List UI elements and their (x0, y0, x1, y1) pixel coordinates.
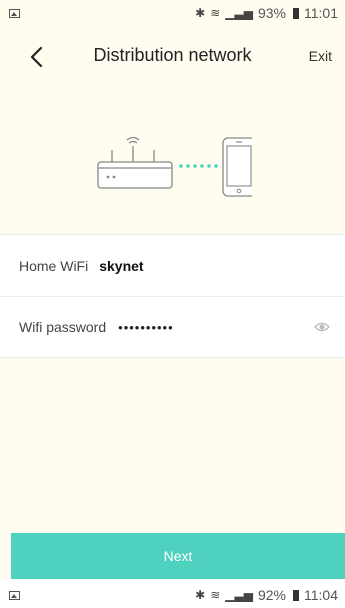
battery-percent: 92% (257, 587, 286, 603)
status-bar: ✱ ≋ ▁▃▅ 93% 11:01 (0, 0, 345, 26)
wifi-label: Home WiFi (19, 257, 89, 274)
phone-icon (222, 137, 252, 197)
page-title: Distribution network (93, 45, 252, 65)
clock: 11:04 (304, 587, 338, 603)
battery-percent: 93% (257, 5, 286, 21)
header: Distribution network Exit (0, 26, 345, 88)
image-notification-icon (9, 8, 20, 18)
wifi-name-field[interactable]: skynet (99, 258, 143, 274)
empty-area (0, 358, 345, 533)
status-indicators: ✱ ≋ ▁▃▅ 93% 11:01 (195, 5, 338, 21)
router-icon (97, 136, 173, 189)
status-bar-bottom: ✱ ≋ ▁▃▅ 92% 11:04 (0, 582, 345, 608)
next-button[interactable]: Next (11, 533, 345, 579)
illustration-area (0, 88, 345, 234)
signal-icon: ▁▃▅ (225, 588, 253, 602)
eye-icon (314, 322, 330, 332)
image-notification-icon (9, 590, 20, 600)
bluetooth-icon: ✱ (195, 6, 206, 20)
router-phone-illustration (97, 136, 252, 197)
connection-dots (179, 164, 218, 168)
wifi-form: Home WiFi skynet Wifi password •••••••••… (0, 234, 345, 358)
left-edge (0, 533, 11, 579)
password-label: Wifi password (19, 319, 107, 335)
bluetooth-icon: ✱ (195, 588, 206, 602)
wifi-icon: ≋ (210, 588, 221, 602)
status-indicators: ✱ ≋ ▁▃▅ 92% 11:04 (195, 587, 338, 603)
show-password-button[interactable] (314, 320, 330, 338)
exit-button[interactable]: Exit (309, 48, 332, 64)
wifi-row[interactable]: Home WiFi skynet (0, 234, 345, 296)
wifi-icon: ≋ (210, 6, 221, 20)
battery-icon (293, 7, 299, 19)
password-field[interactable]: •••••••••• (118, 320, 174, 335)
signal-icon: ▁▃▅ (225, 6, 253, 20)
battery-icon (293, 589, 299, 601)
clock: 11:01 (304, 5, 338, 21)
password-row[interactable]: Wifi password •••••••••• (0, 296, 345, 358)
